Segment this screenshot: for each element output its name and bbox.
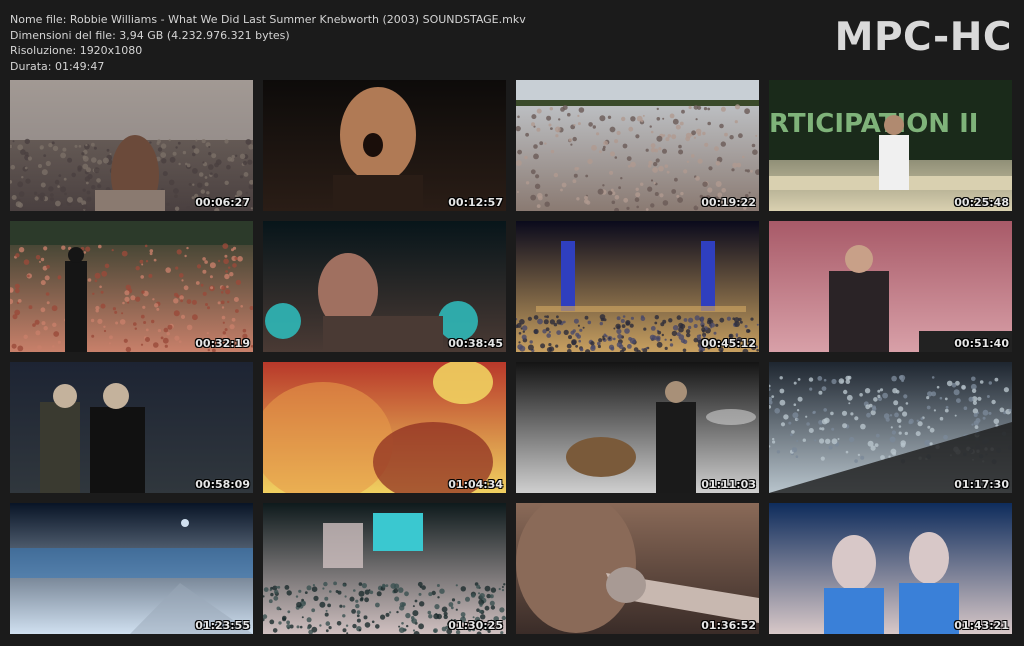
file-name-line: Nome file: Robbie Williams - What We Did… <box>10 13 526 26</box>
thumbnail-frame: 01:36:52 <box>516 503 759 634</box>
thumbnail-frame: 01:17:30 <box>769 362 1012 493</box>
thumbnail-frame: 00:51:40 <box>769 221 1012 352</box>
thumbnail-image <box>10 362 253 493</box>
thumbnail-timestamp: 00:51:40 <box>954 337 1009 350</box>
thumbnail-image <box>263 221 506 352</box>
thumbnail-image <box>263 503 506 634</box>
thumbnail-image <box>516 221 759 352</box>
thumbnail-timestamp: 01:17:30 <box>954 478 1009 491</box>
thumbnail-timestamp: 01:36:52 <box>701 619 756 632</box>
thumbnail-image <box>769 503 1012 634</box>
thumbnail-timestamp: 00:06:27 <box>195 196 250 209</box>
thumbnail-image <box>10 221 253 352</box>
participation-sign-text: RTICIPATION II <box>769 109 978 139</box>
thumbnail-frame: 00:12:57 <box>263 80 506 211</box>
thumbnail-frame: 00:06:27 <box>10 80 253 211</box>
thumbnail-timestamp: 00:25:48 <box>954 196 1009 209</box>
thumbnail-timestamp: 00:58:09 <box>195 478 250 491</box>
mpc-hc-logo: MPC-HC <box>834 15 1012 60</box>
thumbnail-timestamp: 01:23:55 <box>195 619 250 632</box>
thumbnail-image <box>516 503 759 634</box>
thumbnail-frame: 00:32:19 <box>10 221 253 352</box>
thumbnail-timestamp: 00:19:22 <box>701 196 756 209</box>
thumbnail-frame: 00:19:22 <box>516 80 759 211</box>
thumbnail-timestamp: 00:12:57 <box>448 196 503 209</box>
thumbnail-timestamp: 01:43:21 <box>954 619 1009 632</box>
thumbnail-frame: 00:38:45 <box>263 221 506 352</box>
thumbnail-frame: 00:45:12 <box>516 221 759 352</box>
resolution-line: Risoluzione: 1920x1080 <box>10 44 143 57</box>
thumbnail-frame: 00:58:09 <box>10 362 253 493</box>
thumbnail-timestamp: 00:32:19 <box>195 337 250 350</box>
thumbnail-timestamp: 00:38:45 <box>448 337 503 350</box>
thumbnail-timestamp: 01:04:34 <box>448 478 503 491</box>
thumbnail-image <box>10 503 253 634</box>
thumbnail-frame: 01:11:03 <box>516 362 759 493</box>
thumbnail-image <box>769 362 1012 493</box>
thumbnail-timestamp: 01:30:25 <box>448 619 503 632</box>
thumbnail-timestamp: 01:11:03 <box>701 478 756 491</box>
file-info-panel: Nome file: Robbie Williams - What We Did… <box>10 12 526 74</box>
thumbnail-frame: 01:23:55 <box>10 503 253 634</box>
thumbnail-image: RTICIPATION II <box>769 80 1012 211</box>
thumbnail-image <box>263 362 506 493</box>
duration-line: Durata: 01:49:47 <box>10 59 105 73</box>
file-size-line: Dimensioni del file: 3,94 GB (4.232.976.… <box>10 28 290 42</box>
thumbnail-image <box>263 80 506 211</box>
thumbnail-image <box>10 80 253 211</box>
thumbnail-frame: 01:30:25 <box>263 503 506 634</box>
thumbnail-frame: 01:04:34 <box>263 362 506 493</box>
thumbnail-frame: 01:43:21 <box>769 503 1012 634</box>
thumbnail-timestamp: 00:45:12 <box>701 337 756 350</box>
thumbnail-image <box>769 221 1012 352</box>
thumbnail-image <box>516 80 759 211</box>
thumbnail-grid: 00:06:27 00:12:57 00:19:22 RTICIPATION II 00… <box>10 80 1014 636</box>
thumbnail-image <box>516 362 759 493</box>
thumbnail-frame: RTICIPATION II 00:25:48 <box>769 80 1012 211</box>
